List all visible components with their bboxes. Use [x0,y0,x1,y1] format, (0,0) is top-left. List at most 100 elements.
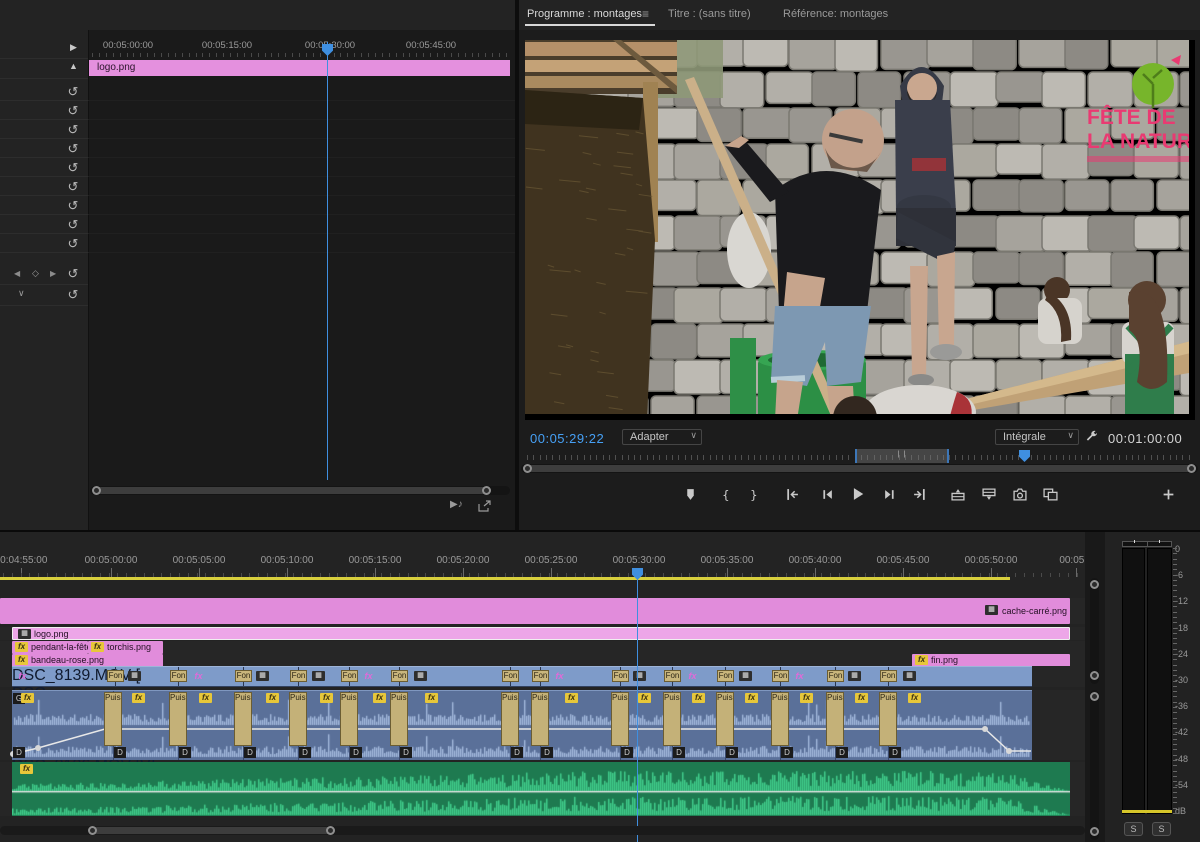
transition-fondu[interactable]: Fon [772,670,789,682]
go-to-out-button[interactable] [908,483,930,505]
transition-fondu[interactable]: Fon [664,670,681,682]
effect-controls-timeline-area[interactable] [88,30,515,530]
prev-keyframe-button[interactable]: ◀ [14,269,20,278]
transition-fondu[interactable]: Fon [880,670,897,682]
transition-fondu[interactable]: Fon [827,670,844,682]
step-back-button[interactable] [816,483,838,505]
transition-puissance-constante[interactable]: Puis [289,692,307,746]
reset-parameter-button[interactable]: ↺ [62,141,84,157]
reset-parameter-button[interactable]: ↺ [62,122,84,138]
reset-parameter-button[interactable]: ↺ [62,236,84,252]
timeline-playhead[interactable] [637,568,638,842]
export-frame-button[interactable] [1009,483,1031,505]
reset-parameter-button[interactable]: ↺ [62,84,84,100]
transition-puissance-constante[interactable]: Puis [169,692,187,746]
collapse-arrow-icon[interactable]: ▲ [69,61,78,71]
clip-dsc-audio[interactable]: PuisDPuisDPuisDPuisDPuisDPuisDPuisDPuisD… [12,690,1032,760]
comparison-view-button[interactable] [1039,483,1061,505]
reset-parameter-button[interactable]: ↺ [62,160,84,176]
reset-parameter-button[interactable]: ↺ [62,198,84,214]
transition-puissance-constante[interactable]: Puis [501,692,519,746]
transition-puissance-constante[interactable]: Puis [340,692,358,746]
effect-controls-hscrollbar[interactable] [90,486,510,495]
zoom-select-dropdown[interactable]: Intégrale∨ [995,429,1079,445]
transition-fondu[interactable]: Fon [290,670,307,682]
monitor-scrollbar[interactable] [521,464,1198,473]
video-track-v1[interactable]: fxDSC_8139.MOV [▦DSCfxDSC_▦▦fx▦DSC_8139.… [0,666,1085,687]
play-button[interactable] [847,483,869,505]
mark-in-button[interactable]: { [714,483,736,505]
video-track-v4[interactable]: ▦logo.png [0,627,1085,640]
clip-logo[interactable]: ▦logo.png [12,627,1070,640]
lift-button[interactable] [947,483,969,505]
timeline-ruler[interactable]: 00:04:55:0000:05:00:0000:05:05:0000:05:1… [0,552,1085,580]
next-keyframe-button[interactable]: ▶ [50,269,56,278]
audio-track-a2[interactable]: fx [0,762,1085,816]
video-track-v5[interactable]: ▦cache-carré.png [0,598,1085,624]
extract-button[interactable] [978,483,1000,505]
step-forward-button[interactable] [878,483,900,505]
clip-cache-carre[interactable]: ▦cache-carré.png [0,598,1070,624]
audio-tracks-vscrollbar[interactable] [1090,690,1099,840]
fit-select-dropdown[interactable]: Adapter∨ [622,429,702,445]
transition-puissance-constante[interactable]: Puis [879,692,897,746]
effect-controls-time-ruler[interactable]: 00:05:00:0000:05:15:0000:05:30:0000:05:4… [88,40,515,58]
tab-programme[interactable]: Programme : montages [527,8,642,20]
button-editor-button[interactable] [1157,483,1179,505]
transition-fondu[interactable]: Fon [341,670,358,682]
transition-fondu[interactable]: Fon [170,670,187,682]
monitor-zoom-region[interactable] [855,449,949,463]
play-audio-only-icon[interactable]: ▶♪ [450,499,463,510]
transition-puissance-constante[interactable]: Puis [390,692,408,746]
transition-fondu[interactable]: Fon [612,670,629,682]
volume-keyframe[interactable] [982,726,988,732]
transition-puissance-constante[interactable]: Puis [234,692,252,746]
reset-parameter-button[interactable]: ↺ [62,179,84,195]
mark-out-button[interactable]: } [742,483,764,505]
effect-controls-playhead[interactable] [327,42,328,480]
go-to-in-button[interactable] [781,483,803,505]
solo-button-1[interactable]: S [1124,822,1143,836]
transition-fondu[interactable]: Fon [391,670,408,682]
transition-puissance-constante[interactable]: Puis [104,692,122,746]
transition-puissance-constante[interactable]: Puis [531,692,549,746]
scroll-handle-left[interactable] [92,486,101,495]
clip-torchispng[interactable]: fxtorchis.png [88,641,163,654]
timeline-view-toggle-icon[interactable]: ▶ [70,42,77,53]
transition-fondu[interactable]: Fon [717,670,734,682]
reset-parameter-button[interactable]: ↺ [62,287,84,303]
settings-wrench-icon[interactable] [1085,430,1099,449]
transition-puissance-constante[interactable]: Puis [771,692,789,746]
transition-fondu[interactable]: Fon [532,670,549,682]
clip-pendantlafte[interactable]: fxpendant-la-fête. [12,641,88,654]
current-timecode[interactable]: 00:05:29:22 [530,431,604,446]
video-tracks-vscrollbar[interactable] [1090,578,1099,684]
transition-fondu[interactable]: Fon [502,670,519,682]
volume-keyframe[interactable] [1006,748,1012,754]
value-dropdown-chevron-icon[interactable]: ∨ [18,288,25,299]
transition-fondu[interactable]: Fon [107,670,124,682]
scroll-handle-right[interactable] [482,486,491,495]
clip-music[interactable]: fx [12,762,1070,816]
volume-keyframe[interactable] [35,745,41,751]
clip-dsc-video[interactable]: fxDSC_8139.MOV [▦DSCfxDSC_▦▦fx▦DSC_8139.… [12,666,1032,687]
timeline-hscrollbar[interactable] [0,826,1085,835]
transition-puissance-constante[interactable]: Puis [663,692,681,746]
audio-track-a1[interactable]: PuisDPuisDPuisDPuisDPuisDPuisDPuisDPuisD… [0,690,1085,760]
video-track-v3[interactable]: fxpendant-la-fête.fxtorchis.png [0,641,1085,654]
panel-menu-icon[interactable]: ≡ [642,7,649,21]
pan-zoom-icon[interactable] [478,499,491,517]
solo-button-2[interactable]: S [1152,822,1171,836]
tab-reference[interactable]: Référence: montages [783,8,888,20]
add-keyframe-button[interactable]: ◇ [32,268,39,279]
transition-fondu[interactable]: Fon [235,670,252,682]
tab-titre[interactable]: Titre : (sans titre) [668,8,751,20]
effect-controls-clip-bar[interactable]: logo.png [89,60,510,76]
transition-puissance-constante[interactable]: Puis [611,692,629,746]
reset-parameter-button[interactable]: ↺ [62,103,84,119]
reset-parameter-button[interactable]: ↺ [62,266,84,282]
transition-puissance-constante[interactable]: Puis [716,692,734,746]
reset-parameter-button[interactable]: ↺ [62,217,84,233]
add-marker-button[interactable] [679,483,701,505]
transition-puissance-constante[interactable]: Puis [826,692,844,746]
